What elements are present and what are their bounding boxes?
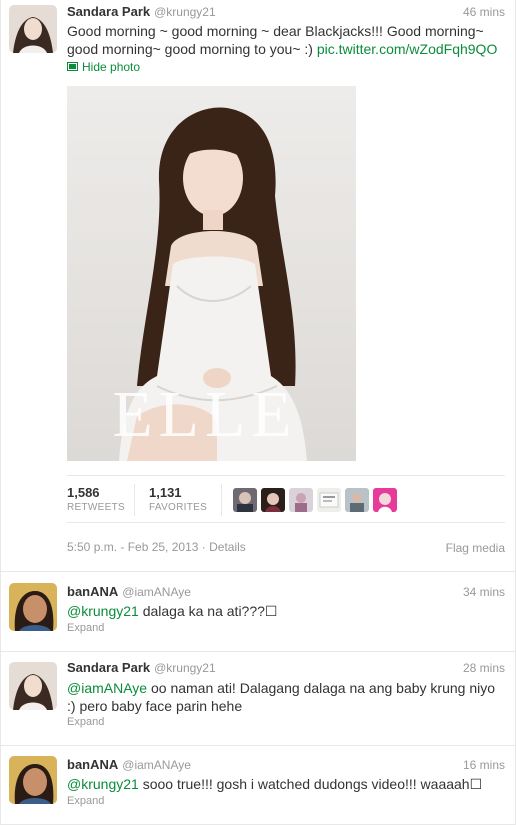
expand-link[interactable]: Expand	[67, 622, 104, 634]
tweet-time[interactable]: 28 mins	[463, 660, 505, 676]
tweet-text-body: dalaga ka na ati???☐	[138, 603, 278, 619]
username[interactable]: @krungy21	[154, 661, 216, 675]
username[interactable]: @krungy21	[154, 5, 216, 19]
tweet-timestamp[interactable]: 5:50 p.m. - Feb 25, 2013	[67, 540, 198, 554]
photo-link[interactable]: pic.twitter.com/wZodFqh9QO	[317, 41, 498, 57]
reply-tweet: banANA @iamANAye 34 mins @krungy21 dalaga…	[1, 572, 516, 652]
favoriter-avatar[interactable]	[289, 488, 313, 512]
tweet-text: @iamANAye oo naman ati! Dalagang dalaga …	[67, 679, 505, 715]
tweet-header: Sandara Park @krungy21 46 mins	[67, 4, 505, 20]
tweet-time[interactable]: 16 mins	[463, 757, 505, 773]
tweet-stats: 1,586 RETWEETS 1,131 FAVORITES	[67, 475, 505, 523]
favorites-label: FAVORITES	[149, 502, 208, 513]
tweet-text: @krungy21 dalaga ka na ati???☐	[67, 602, 505, 620]
fullname[interactable]: Sandara Park	[67, 4, 150, 19]
tweet-header: banANA @iamANAye 16 mins	[67, 757, 505, 773]
photo-icon	[67, 60, 78, 74]
hide-photo-button[interactable]: Hide photo	[67, 60, 140, 74]
favoriters-avatars	[233, 488, 397, 512]
mention-link[interactable]: @krungy21	[67, 776, 139, 792]
main-tweet: Sandara Park @krungy21 46 mins Good morni…	[1, 0, 516, 572]
favoriter-avatar[interactable]	[261, 488, 285, 512]
tweet-time[interactable]: 46 mins	[463, 4, 505, 20]
meta-separator: ·	[201, 540, 206, 554]
hide-photo-label: Hide photo	[82, 60, 141, 74]
favorites-count: 1,131	[149, 485, 182, 500]
favorites-stat[interactable]: 1,131 FAVORITES	[149, 485, 207, 513]
retweets-count: 1,586	[67, 485, 100, 500]
username[interactable]: @iamANAye	[122, 758, 191, 772]
reply-tweet: Sandara Park @krungy21 28 mins @iamANAye …	[1, 652, 516, 746]
favoriter-avatar[interactable]	[373, 488, 397, 512]
fullname[interactable]: Sandara Park	[67, 660, 150, 675]
tweet-text: @krungy21 sooo true!!! gosh i watched du…	[67, 775, 505, 793]
reply-tweet: banANA @iamANAye 16 mins @krungy21 sooo t…	[1, 746, 516, 825]
tweet-text: Good morning ~ good morning ~ dear Black…	[67, 22, 505, 58]
username[interactable]: @iamANAye	[122, 585, 191, 599]
tweet-header: Sandara Park @krungy21 28 mins	[67, 660, 505, 676]
favoriter-avatar[interactable]	[345, 488, 369, 512]
details-link[interactable]: Details	[209, 540, 246, 554]
avatar-banana[interactable]	[9, 583, 57, 631]
avatar-sandara[interactable]	[9, 662, 57, 710]
mention-link[interactable]: @krungy21	[67, 603, 139, 619]
retweets-stat[interactable]: 1,586 RETWEETS	[67, 485, 125, 513]
fullname[interactable]: banANA	[67, 757, 118, 772]
retweets-label: RETWEETS	[67, 502, 125, 513]
tweet-photo[interactable]: ELLE	[67, 86, 356, 461]
flag-media-link[interactable]: Flag media	[446, 541, 505, 555]
fullname[interactable]: banANA	[67, 584, 118, 599]
stat-divider	[221, 484, 222, 516]
expand-link[interactable]: Expand	[67, 795, 104, 807]
favoriter-avatar[interactable]	[233, 488, 257, 512]
tweet-time[interactable]: 34 mins	[463, 584, 505, 600]
tweet-meta: 5:50 p.m. - Feb 25, 2013 · Details	[67, 540, 246, 554]
tweet-text-body: sooo true!!! gosh i watched dudongs vide…	[138, 776, 483, 792]
mention-link[interactable]: @iamANAye	[67, 680, 147, 696]
photo-caption: ELLE	[112, 378, 297, 451]
favoriter-avatar[interactable]	[317, 488, 341, 512]
tweet-conversation: Sandara Park @krungy21 46 mins Good morni…	[0, 0, 516, 825]
expand-link[interactable]: Expand	[67, 716, 104, 728]
tweet-header: banANA @iamANAye 34 mins	[67, 584, 505, 600]
avatar-sandara[interactable]	[9, 5, 57, 53]
stat-divider	[134, 484, 135, 516]
avatar-banana[interactable]	[9, 756, 57, 804]
